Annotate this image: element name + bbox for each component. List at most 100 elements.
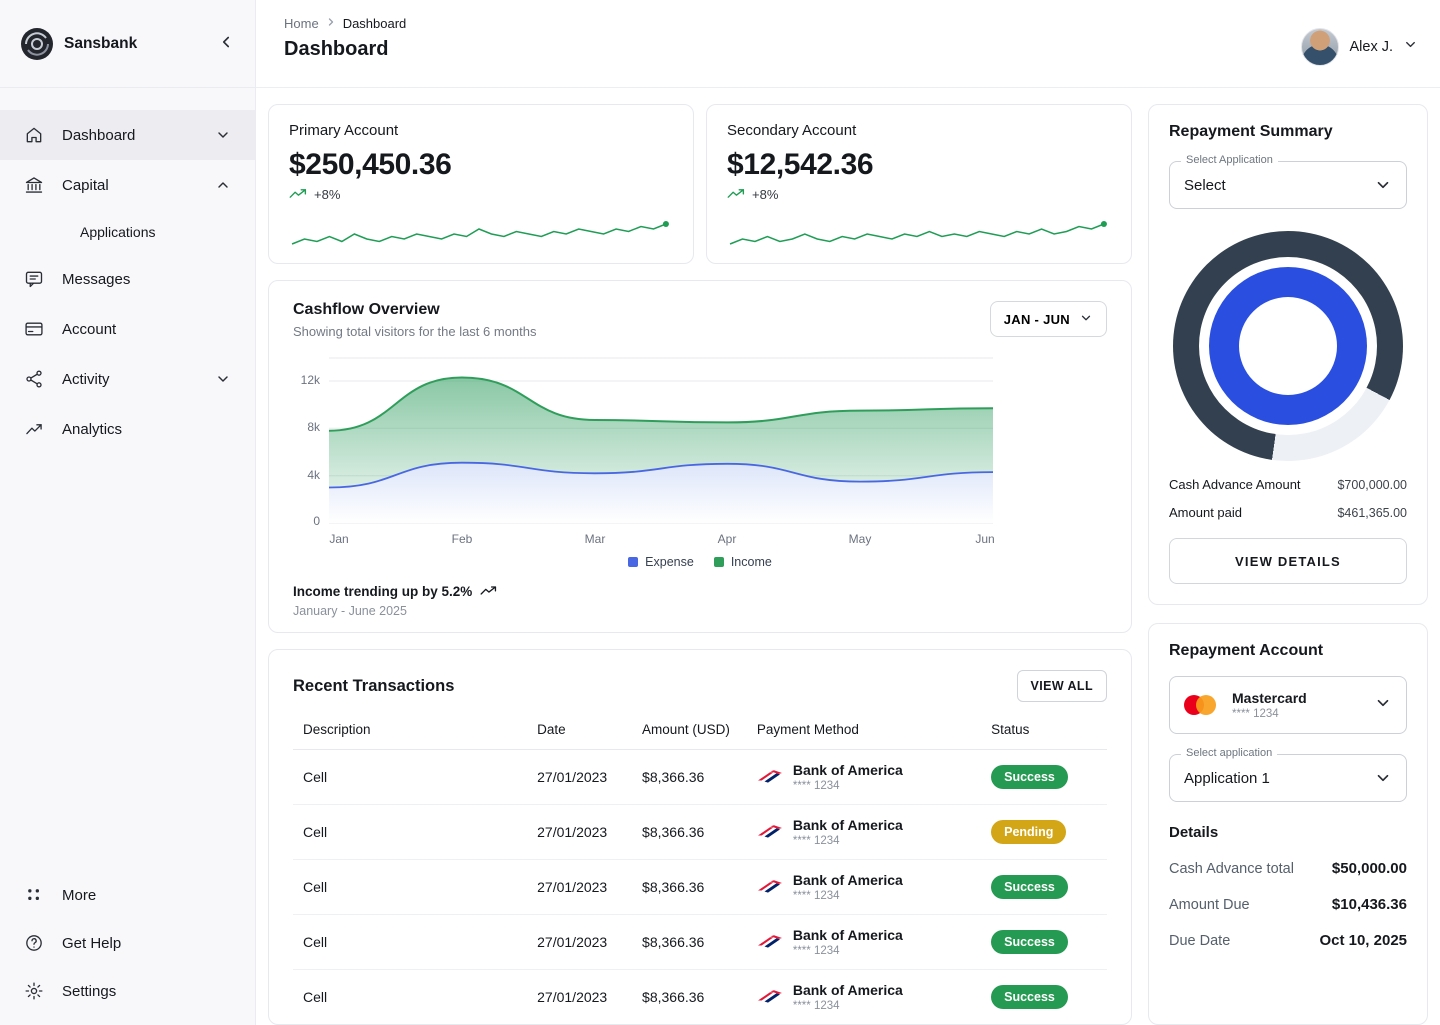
repayment-account-card: Repayment Account Mastercard **** 1234 S… — [1148, 623, 1428, 1025]
sidebar-item-label: Messages — [62, 271, 130, 288]
gear-icon — [24, 981, 44, 1001]
sidebar-item-settings[interactable]: Settings — [0, 967, 255, 1015]
sidebar-item-label: Settings — [62, 983, 116, 1000]
date-range-dropdown[interactable]: JAN - JUN — [990, 301, 1107, 337]
sidebar-item-activity[interactable]: Activity — [0, 354, 255, 404]
bank-icon — [24, 175, 44, 195]
repayment-application-select[interactable]: Select application Application 1 — [1169, 754, 1407, 802]
payment-card-select[interactable]: Mastercard **** 1234 — [1169, 676, 1407, 734]
account-change: +8% — [314, 187, 340, 202]
table-row[interactable]: Cell 27/01/2023 $8,366.36 Bank of Americ… — [293, 970, 1107, 1025]
status-badge: Success — [991, 765, 1068, 789]
x-tick: Apr — [718, 532, 737, 546]
column-header: Description — [293, 710, 527, 750]
trend-up-icon — [727, 187, 745, 202]
sidebar-item-applications[interactable]: Applications — [0, 210, 255, 254]
secondary-account-card: Secondary Account $12,542.36 +8% — [706, 104, 1132, 264]
page-title: Dashboard — [284, 38, 406, 61]
sidebar-footer: More Get Help Settings — [0, 871, 255, 1025]
sidebar: Sansbank Dashboard Capital Applications — [0, 0, 256, 1025]
payment-method: Bank of America**** 1234 — [757, 982, 971, 1012]
sidebar-item-label: Get Help — [62, 935, 121, 952]
expense-swatch — [628, 557, 638, 567]
donut-center — [1239, 297, 1337, 395]
x-tick: Feb — [452, 532, 473, 546]
cell-description: Cell — [293, 915, 527, 970]
cashflow-header: Cashflow Overview Showing total visitors… — [293, 301, 1107, 339]
cell-date: 27/01/2023 — [527, 860, 632, 915]
sidebar-collapse-button[interactable] — [213, 29, 239, 58]
view-details-button[interactable]: VIEW DETAILS — [1169, 538, 1407, 584]
sidebar-item-more[interactable]: More — [0, 871, 255, 919]
table-row[interactable]: Cell 27/01/2023 $8,366.36 Bank of Americ… — [293, 915, 1107, 970]
table-row[interactable]: Cell 27/01/2023 $8,366.36 Bank of Americ… — [293, 860, 1107, 915]
recent-transactions-card: Recent Transactions VIEW ALL Description… — [268, 649, 1132, 1025]
cashflow-trend-note: Income trending up by 5.2% — [293, 584, 1107, 599]
mastercard-icon — [1184, 694, 1220, 716]
sidebar-item-messages[interactable]: Messages — [0, 254, 255, 304]
cell-amount: $8,366.36 — [632, 970, 747, 1025]
status-badge: Success — [991, 985, 1068, 1009]
legend-income: Income — [714, 555, 772, 569]
table-header-row: Description Date Amount (USD) Payment Me… — [293, 710, 1107, 750]
cell-amount: $8,366.36 — [632, 750, 747, 805]
header-left: Home Dashboard Dashboard — [284, 16, 406, 61]
sidebar-nav: Dashboard Capital Applications Messages … — [0, 88, 255, 454]
column-header: Status — [981, 710, 1107, 750]
status-badge: Pending — [991, 820, 1066, 844]
table-row[interactable]: Cell 27/01/2023 $8,366.36 Bank of Americ… — [293, 805, 1107, 860]
sidebar-item-dashboard[interactable]: Dashboard — [0, 110, 255, 160]
sidebar-item-label: Dashboard — [62, 127, 135, 144]
cell-date: 27/01/2023 — [527, 970, 632, 1025]
y-tick: 12k — [301, 374, 320, 387]
card-digits: **** 1234 — [793, 945, 903, 957]
sidebar-item-capital[interactable]: Capital — [0, 160, 255, 210]
account-trend: +8% — [727, 187, 1111, 202]
application-select[interactable]: Select Application Select — [1169, 161, 1407, 209]
table-row[interactable]: Cell 27/01/2023 $8,366.36 Bank of Americ… — [293, 750, 1107, 805]
chevron-left-icon — [217, 33, 235, 54]
chevron-down-icon — [1374, 694, 1392, 717]
legend-label: Expense — [645, 555, 694, 569]
detail-label: Cash Advance total — [1169, 861, 1294, 877]
sidebar-item-account[interactable]: Account — [0, 304, 255, 354]
chart-legend: Expense Income — [293, 555, 1107, 569]
breadcrumb-home[interactable]: Home — [284, 16, 319, 31]
primary-account-card: Primary Account $250,450.36 +8% — [268, 104, 694, 264]
account-balance: $12,542.36 — [727, 148, 1111, 182]
legend-label: Income — [731, 555, 772, 569]
card-info: Mastercard **** 1234 — [1232, 690, 1307, 720]
income-swatch — [714, 557, 724, 567]
chevron-down-icon — [1374, 769, 1392, 787]
trend-text: Income trending up by 5.2% — [293, 584, 472, 599]
bank-name: Bank of America — [793, 982, 903, 998]
select-value: Select — [1184, 177, 1226, 194]
stat-amount-paid: Amount paid $461,365.00 — [1169, 505, 1407, 520]
cell-date: 27/01/2023 — [527, 805, 632, 860]
card-name: Mastercard — [1232, 690, 1307, 706]
repayment-summary-card: Repayment Summary Select Application Sel… — [1148, 104, 1428, 605]
cashflow-title: Cashflow Overview — [293, 301, 537, 319]
stat-cash-advance: Cash Advance Amount $700,000.00 — [1169, 477, 1407, 492]
account-sparkline — [289, 217, 673, 249]
breadcrumb-current: Dashboard — [343, 16, 407, 31]
help-circle-icon — [24, 933, 44, 953]
view-all-button[interactable]: VIEW ALL — [1017, 670, 1107, 702]
payment-method: Bank of America**** 1234 — [757, 762, 971, 792]
chat-icon — [24, 269, 44, 289]
detail-cash-advance-total: Cash Advance total $50,000.00 — [1169, 860, 1407, 877]
bank-name: Bank of America — [793, 762, 903, 778]
sidebar-item-get-help[interactable]: Get Help — [0, 919, 255, 967]
user-menu[interactable]: Alex J. — [1301, 28, 1418, 66]
header: Home Dashboard Dashboard Alex J. — [256, 0, 1440, 88]
sansbank-logo-icon — [20, 27, 54, 61]
select-value: Application 1 — [1184, 770, 1270, 787]
detail-label: Due Date — [1169, 933, 1230, 949]
cashflow-period: January - June 2025 — [293, 604, 1107, 618]
sidebar-item-analytics[interactable]: Analytics — [0, 404, 255, 454]
account-balance: $250,450.36 — [289, 148, 673, 182]
cashflow-subtitle: Showing total visitors for the last 6 mo… — [293, 324, 537, 339]
details-heading: Details — [1169, 824, 1407, 841]
bank-of-america-icon — [757, 878, 783, 897]
stat-value: $461,365.00 — [1337, 506, 1407, 520]
